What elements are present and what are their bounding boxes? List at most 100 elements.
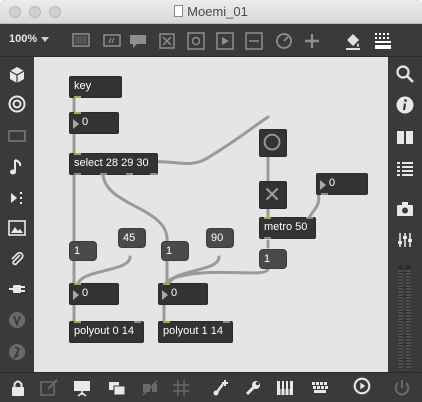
message-box[interactable]: 1 [161, 241, 189, 261]
inlet[interactable] [134, 321, 141, 323]
patcher-window: Moemi_01 100% key 0 select 28 29 30 1 45… [0, 0, 422, 402]
message-text: 90 [211, 232, 224, 244]
target-icon[interactable] [7, 94, 27, 114]
inlet[interactable] [264, 217, 271, 219]
number-value: 0 [82, 287, 89, 299]
outlet[interactable] [100, 173, 107, 175]
object-text: select 28 29 30 [74, 157, 149, 169]
number-value: 0 [82, 116, 89, 128]
dial-icon[interactable] [274, 31, 294, 51]
panel-icon[interactable] [244, 31, 264, 51]
number-triangle-icon [73, 119, 79, 129]
keyboard-icon[interactable] [275, 378, 295, 398]
grid-icon[interactable] [373, 31, 393, 51]
comment-icon[interactable] [128, 31, 148, 51]
object-text: polyout 0 14 [74, 325, 134, 337]
box-x-icon[interactable] [157, 31, 177, 51]
message-box[interactable]: 1 [69, 241, 97, 261]
vst-icon[interactable] [7, 310, 27, 330]
number-box[interactable]: 0 [69, 112, 119, 134]
message-box[interactable]: 45 [118, 228, 146, 248]
play-icon[interactable] [215, 31, 235, 51]
media-icon[interactable] [7, 188, 27, 208]
message-box[interactable]: 90 [206, 228, 234, 248]
metro-object[interactable]: metro 50 [259, 217, 316, 239]
outlet[interactable] [74, 96, 81, 98]
add-icon[interactable] [211, 378, 231, 398]
object-text: metro 50 [264, 221, 308, 233]
number-box[interactable]: 0 [316, 173, 368, 195]
number-box[interactable]: 0 [69, 283, 119, 305]
number-box[interactable]: 0 [158, 283, 208, 305]
inlet[interactable] [74, 153, 81, 155]
info-icon[interactable] [395, 95, 415, 115]
inlet[interactable] [74, 321, 81, 323]
left-sidebar [0, 57, 34, 372]
panel-icon[interactable] [7, 126, 27, 146]
package-icon[interactable] [7, 65, 27, 85]
toggle-button[interactable] [259, 181, 287, 209]
level-meter-right [406, 265, 411, 370]
number-triangle-icon [73, 290, 79, 300]
zoom-level[interactable]: 100% [9, 33, 37, 45]
object-text: polyout 1 14 [163, 325, 223, 337]
book-icon[interactable] [395, 127, 415, 147]
inlet[interactable] [163, 321, 170, 323]
patcher-canvas[interactable]: key 0 select 28 29 30 1 45 0 polyout 0 1… [34, 57, 388, 372]
select-object[interactable]: select 28 29 30 [69, 153, 158, 175]
paint-bucket-icon[interactable] [343, 31, 363, 51]
music-note-icon[interactable] [7, 157, 27, 177]
window-title: Moemi_01 [0, 4, 422, 19]
presentation-icon[interactable] [72, 378, 92, 398]
outlet[interactable] [264, 237, 271, 239]
outlet[interactable] [150, 173, 157, 175]
plus-icon[interactable] [302, 31, 322, 51]
audio-on-icon[interactable] [352, 376, 376, 400]
camera-icon[interactable] [395, 199, 415, 219]
list-icon[interactable] [395, 159, 415, 179]
inlet[interactable] [306, 217, 313, 219]
object-icon[interactable] [186, 31, 206, 51]
inlet[interactable] [223, 321, 230, 323]
outlet[interactable] [321, 193, 328, 195]
disabled-icon[interactable] [140, 378, 160, 398]
mixer-icon[interactable] [395, 230, 415, 250]
message-text: 1 [74, 245, 81, 257]
polyout-object[interactable]: polyout 0 14 [69, 321, 144, 343]
inlet[interactable] [74, 283, 81, 285]
polyout-object[interactable]: polyout 1 14 [158, 321, 233, 343]
note-icon[interactable] [102, 31, 122, 51]
message-text: 1 [264, 253, 271, 265]
plug-icon[interactable] [7, 279, 27, 299]
outlet[interactable] [74, 173, 81, 175]
inlet[interactable] [74, 112, 81, 114]
document-icon [174, 5, 184, 17]
window-title-text: Moemi_01 [187, 4, 248, 19]
search-icon[interactable] [395, 64, 415, 84]
circle-icon [263, 133, 281, 151]
key-object[interactable]: key [69, 76, 122, 98]
bang-button[interactable] [259, 129, 287, 157]
image-icon[interactable] [7, 218, 27, 238]
message-box[interactable]: 1 [259, 249, 287, 269]
grid-icon[interactable] [171, 378, 191, 398]
message-text: 45 [123, 232, 136, 244]
presentation-icon[interactable] [71, 31, 91, 51]
right-sidebar [388, 57, 422, 372]
wrench-icon[interactable] [243, 378, 263, 398]
top-toolbar: 100% [0, 25, 422, 57]
paperclip-icon[interactable] [7, 249, 27, 269]
number-triangle-icon [162, 290, 168, 300]
object-text: key [74, 80, 92, 92]
number-value: 0 [171, 287, 178, 299]
windows-icon[interactable] [107, 378, 127, 398]
power-icon[interactable] [392, 378, 412, 398]
lock-icon[interactable] [8, 378, 28, 398]
computer-keyboard-icon[interactable] [310, 378, 330, 398]
level-meter-left [398, 265, 403, 370]
outlet[interactable] [126, 173, 133, 175]
chevron-down-icon[interactable] [41, 37, 49, 42]
inlet[interactable] [163, 283, 170, 285]
beap-icon[interactable] [7, 342, 27, 362]
edit-icon[interactable] [39, 378, 59, 398]
